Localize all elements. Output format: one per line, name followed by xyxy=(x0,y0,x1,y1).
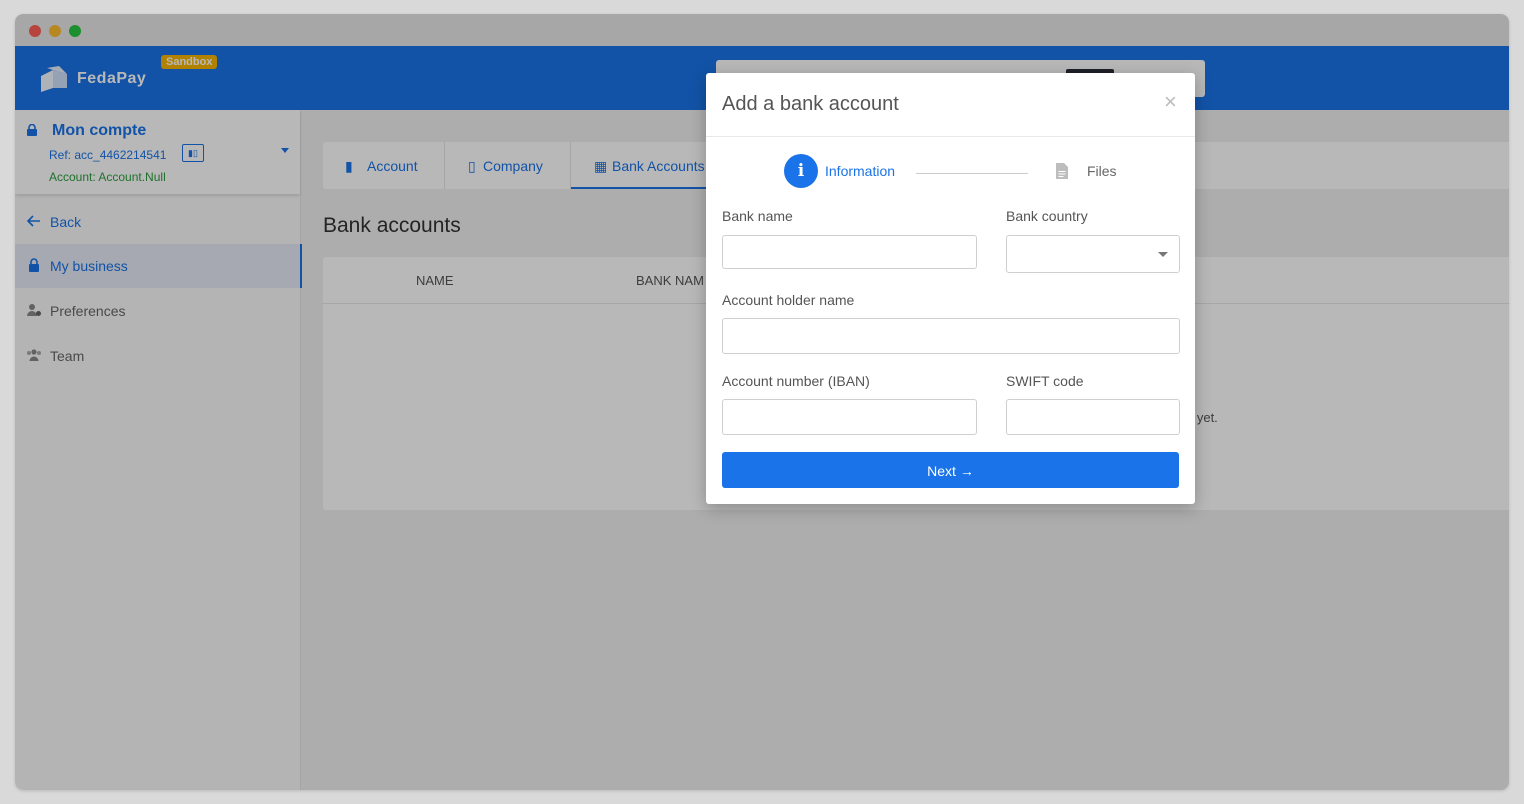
modal-divider xyxy=(706,136,1195,137)
bank-country-label: Bank country xyxy=(1006,208,1088,224)
modal-title: Add a bank account xyxy=(722,93,899,115)
file-icon xyxy=(1056,163,1068,179)
step-information[interactable]: Information xyxy=(825,163,895,179)
step-files[interactable]: Files xyxy=(1087,163,1117,179)
bank-name-input[interactable] xyxy=(722,235,977,269)
account-holder-name-input[interactable] xyxy=(722,318,1180,354)
step-connector xyxy=(916,173,1028,174)
account-number-input[interactable] xyxy=(722,399,977,435)
chevron-down-icon xyxy=(1158,252,1168,257)
info-icon[interactable]: i xyxy=(784,154,818,188)
swift-code-label: SWIFT code xyxy=(1006,373,1084,389)
add-bank-account-modal: Add a bank account × i Information Files… xyxy=(706,73,1195,504)
account-holder-name-label: Account holder name xyxy=(722,292,855,308)
swift-code-input[interactable] xyxy=(1006,399,1180,435)
bank-country-select[interactable] xyxy=(1006,235,1180,273)
close-icon[interactable]: × xyxy=(1164,91,1177,113)
bank-name-label: Bank name xyxy=(722,208,793,224)
account-number-label: Account number (IBAN) xyxy=(722,373,870,389)
next-button[interactable]: Next → xyxy=(722,452,1179,488)
